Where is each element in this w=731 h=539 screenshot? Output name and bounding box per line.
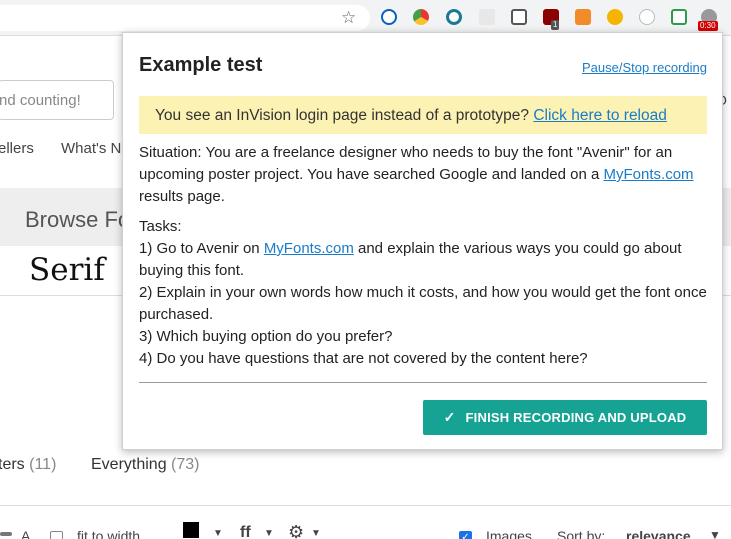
filter-label: Everything [91, 456, 167, 473]
address-bar[interactable] [0, 5, 370, 31]
task-1-before: 1) Go to Avenir on [139, 240, 264, 257]
task-3: 3) Which buying option do you prefer? [139, 328, 393, 345]
task-1: 1) Go to Avenir on MyFonts.com and expla… [139, 238, 711, 282]
chevron-down-icon[interactable]: ▼ [264, 528, 274, 539]
finish-recording-label: FINISH RECORDING AND UPLOAD [465, 410, 687, 425]
sort-select[interactable]: relevance [626, 528, 691, 539]
filter-count: (11) [29, 456, 57, 473]
images-checkbox[interactable]: ✓ [459, 531, 472, 539]
reload-link[interactable]: Click here to reload [533, 107, 667, 124]
warning-text: You see an InVision login page instead o… [155, 107, 667, 125]
ring-extension-icon[interactable] [446, 9, 462, 25]
filter-label: ters [0, 456, 25, 473]
pause-stop-recording-link[interactable]: Pause/Stop recording [582, 60, 707, 75]
chevron-down-icon[interactable]: ▼ [311, 528, 321, 539]
gear-icon[interactable]: ⚙ [288, 522, 304, 539]
filter-tab-filters[interactable]: ters (11) [0, 456, 56, 474]
myfonts-link[interactable]: MyFonts.com [264, 240, 354, 257]
browse-fonts-heading: Browse Fo [25, 207, 131, 232]
grid-extension-icon[interactable] [479, 9, 495, 25]
browser-toolbar: ☆ 1 0:30 [0, 0, 731, 36]
results-options-bar: A fit to width ▼ ff ▼ ⚙ ▼ ✓ Images Sort … [0, 505, 731, 539]
fit-to-width-label: fit to width [77, 528, 141, 539]
situation-text: Situation: You are a freelance designer … [139, 142, 711, 208]
password-manager-extension-icon[interactable] [381, 9, 397, 25]
site-search-placeholder: nd counting! [0, 92, 81, 109]
popup-divider [139, 382, 707, 383]
nav-item-whats-new[interactable]: What's N [61, 140, 121, 157]
myfonts-link[interactable]: MyFonts.com [604, 166, 694, 183]
tab-counter-extension-icon[interactable] [671, 9, 687, 25]
clock-extension-icon[interactable] [639, 9, 655, 25]
color-swatch-icon[interactable] [183, 522, 199, 538]
sort-by-label: Sort by: [557, 528, 606, 539]
text-size-label: A [21, 528, 31, 539]
popup-title: Example test [139, 54, 263, 76]
situation-before: Situation: You are a freelance designer … [139, 144, 673, 183]
color-picker-extension-icon[interactable] [413, 9, 429, 25]
recording-timer: 0:30 [698, 21, 718, 31]
coin-extension-icon[interactable] [607, 9, 623, 25]
fit-to-width-checkbox[interactable] [50, 531, 63, 539]
serif-category-label: Serif [29, 252, 105, 288]
fox-extension-icon[interactable] [575, 9, 591, 25]
filter-count: (73) [171, 456, 200, 473]
nav-item-bestsellers[interactable]: ellers [0, 140, 34, 157]
site-search-input[interactable]: nd counting! [0, 80, 114, 120]
tasks-heading: Tasks: [139, 218, 182, 235]
warning-message: You see an InVision login page instead o… [155, 107, 530, 124]
finish-recording-button[interactable]: ✓ FINISH RECORDING AND UPLOAD [423, 400, 707, 435]
pocket-extension-icon[interactable] [511, 9, 527, 25]
task-4: 4) Do you have questions that are not co… [139, 350, 588, 367]
sort-dropdown-icon[interactable]: ▼ [709, 528, 721, 539]
ligatures-icon[interactable]: ff [240, 524, 251, 539]
chevron-down-icon[interactable]: ▼ [213, 528, 223, 539]
situation-after: results page. [139, 188, 225, 205]
check-icon: ✓ [443, 409, 456, 425]
screen: ☆ 1 0:30 nd counting! ellers What's N O … [0, 0, 731, 539]
task-2: 2) Explain in your own words how much it… [139, 284, 707, 323]
recording-popup: Example test Pause/Stop recording You se… [122, 32, 723, 450]
star-icon[interactable]: ☆ [341, 8, 356, 28]
size-slider-handle[interactable] [0, 532, 12, 536]
images-label: Images [486, 528, 532, 539]
invision-warning-banner: You see an InVision login page instead o… [139, 96, 707, 134]
extension-badge: 1 [551, 20, 560, 30]
filter-tab-everything[interactable]: Everything (73) [91, 456, 200, 474]
